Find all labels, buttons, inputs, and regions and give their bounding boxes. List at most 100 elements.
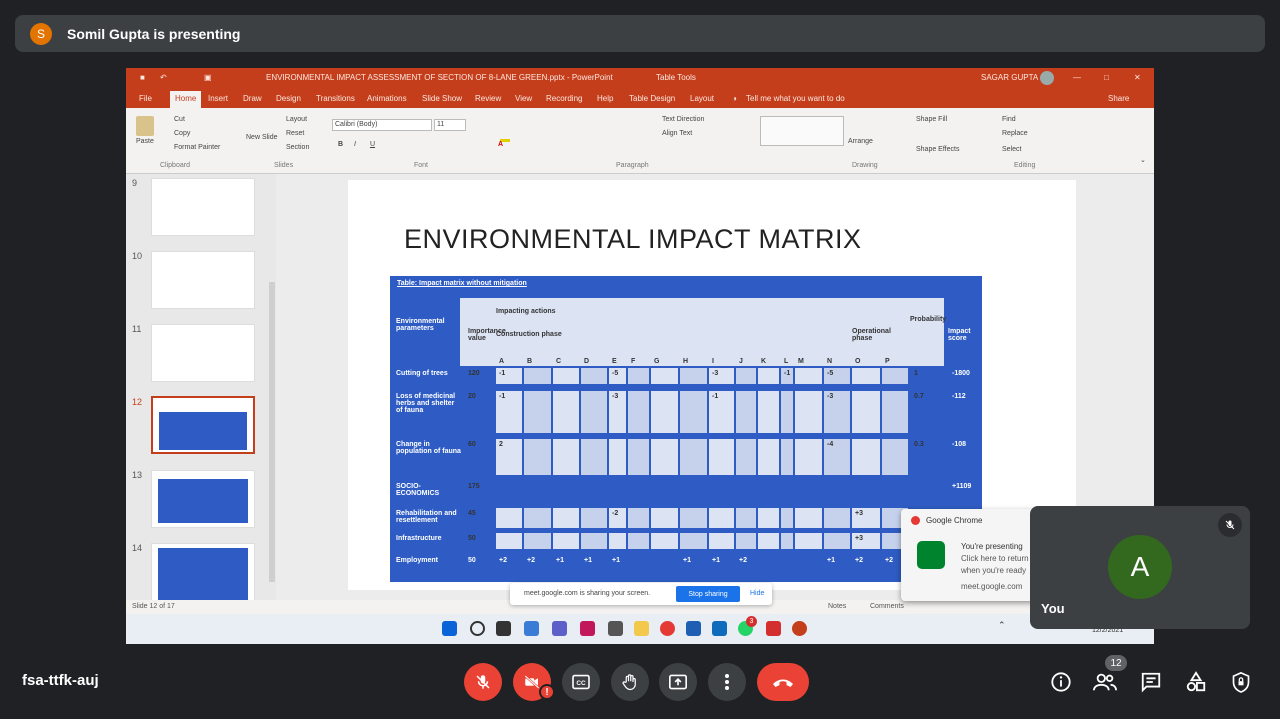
raise-hand-button[interactable] xyxy=(611,663,649,701)
undo-icon[interactable]: ↶ xyxy=(160,73,167,82)
tab-design[interactable]: Design xyxy=(276,94,301,103)
select-button[interactable]: Select xyxy=(1002,146,1021,153)
column-letter: F xyxy=(631,358,636,365)
self-video-tile[interactable]: A You xyxy=(1030,506,1250,629)
more-vert-icon xyxy=(725,674,729,690)
leave-call-button[interactable] xyxy=(757,663,809,701)
tab-recording[interactable]: Recording xyxy=(546,94,582,103)
tab-view[interactable]: View xyxy=(515,94,532,103)
comments-button[interactable]: Comments xyxy=(870,603,904,610)
hide-button[interactable]: Hide xyxy=(750,590,764,597)
align-text-button[interactable]: Align Text xyxy=(662,130,692,137)
shape-fill-button[interactable]: Shape Fill xyxy=(916,116,947,123)
tab-review[interactable]: Review xyxy=(475,94,501,103)
tile-mic-off-icon xyxy=(1218,513,1242,537)
arrange-button[interactable]: Arrange xyxy=(848,138,873,145)
row-label: Cutting of trees xyxy=(396,370,448,377)
search-icon[interactable] xyxy=(470,621,485,636)
tab-help[interactable]: Help xyxy=(597,94,613,103)
word-icon[interactable] xyxy=(686,621,701,636)
section-button[interactable]: Section xyxy=(286,144,309,151)
paste-button[interactable]: Paste xyxy=(136,138,154,145)
close-icon[interactable]: ✕ xyxy=(1134,73,1141,82)
cut-button[interactable]: Cut xyxy=(174,116,185,123)
cell-value: -3 xyxy=(827,393,834,400)
widgets-icon[interactable] xyxy=(524,621,539,636)
microphone-button[interactable] xyxy=(464,663,502,701)
tab-transitions[interactable]: Transitions xyxy=(316,94,355,103)
slide-thumb-12[interactable] xyxy=(151,396,255,454)
share-button[interactable]: Share xyxy=(1108,94,1129,103)
powerpoint-icon[interactable] xyxy=(792,621,807,636)
copy-button[interactable]: Copy xyxy=(174,130,190,137)
cell-value: -1 xyxy=(712,393,719,400)
new-slide-button[interactable]: New Slide xyxy=(246,134,284,141)
tab-table-design[interactable]: Table Design xyxy=(629,94,675,103)
present-button[interactable] xyxy=(659,663,697,701)
slide-thumb-9[interactable] xyxy=(151,178,255,236)
task-view-icon[interactable] xyxy=(496,621,511,636)
more-options-button[interactable] xyxy=(708,663,746,701)
slideshow-icon[interactable]: ▣ xyxy=(204,73,212,82)
tab-layout[interactable]: Layout xyxy=(690,94,714,103)
shapes-gallery[interactable] xyxy=(760,116,844,146)
thumbnail-scrollbar[interactable] xyxy=(269,282,275,582)
stop-sharing-button[interactable]: Stop sharing xyxy=(676,586,740,602)
replace-button[interactable]: Replace xyxy=(1002,130,1028,137)
user-name[interactable]: SAGAR GUPTA xyxy=(981,73,1038,82)
meeting-details-button[interactable] xyxy=(1048,669,1074,695)
cell-value: +1 xyxy=(827,557,835,564)
acrobat-icon[interactable] xyxy=(766,621,781,636)
slide-thumb-10[interactable] xyxy=(151,251,255,309)
text-direction-button[interactable]: Text Direction xyxy=(662,116,704,123)
chat-button[interactable] xyxy=(1138,669,1164,695)
tray-chevron-icon[interactable]: ⌃ xyxy=(998,620,1006,631)
tab-home[interactable]: Home xyxy=(170,91,202,108)
paste-icon[interactable] xyxy=(136,116,154,136)
slide-thumb-13[interactable] xyxy=(151,470,255,528)
calculator-icon[interactable] xyxy=(608,621,623,636)
slide-title[interactable]: ENVIRONMENTAL IMPACT MATRIX xyxy=(404,224,862,255)
tab-insert[interactable]: Insert xyxy=(208,94,228,103)
font-size-field[interactable]: 11 xyxy=(434,119,466,131)
reset-button[interactable]: Reset xyxy=(286,130,304,137)
font-color-button[interactable]: A xyxy=(498,141,503,148)
host-controls-button[interactable] xyxy=(1228,669,1254,695)
tab-slideshow[interactable]: Slide Show xyxy=(422,94,462,103)
outlook-icon[interactable] xyxy=(712,621,727,636)
teams-icon[interactable] xyxy=(552,621,567,636)
row-label: SOCIO-ECONOMICS xyxy=(396,483,440,497)
tab-draw[interactable]: Draw xyxy=(243,94,262,103)
shape-effects-button[interactable]: Shape Effects xyxy=(916,146,959,153)
windows-start-icon[interactable] xyxy=(442,621,457,636)
people-button[interactable] xyxy=(1092,669,1118,695)
slide-thumb-11[interactable] xyxy=(151,324,255,382)
user-avatar[interactable] xyxy=(1040,71,1054,85)
notes-button[interactable]: Notes xyxy=(828,603,846,610)
collapse-ribbon-icon[interactable]: ⌄ xyxy=(1140,156,1146,164)
captions-button[interactable]: CC xyxy=(562,663,600,701)
chrome-icon[interactable] xyxy=(660,621,675,636)
save-icon[interactable]: ■ xyxy=(140,73,145,82)
italic-button[interactable]: I xyxy=(354,141,356,148)
bold-button[interactable]: B xyxy=(338,141,343,148)
chrome-notification[interactable]: Google Chrome You're presenting Click he… xyxy=(901,509,1041,601)
impact-matrix-table[interactable]: Table: Impact matrix without mitigation … xyxy=(390,276,982,582)
tab-file[interactable]: File xyxy=(139,94,152,103)
minimize-icon[interactable]: — xyxy=(1073,73,1081,82)
find-button[interactable]: Find xyxy=(1002,116,1016,123)
underline-button[interactable]: U xyxy=(370,141,375,148)
file-explorer-icon[interactable] xyxy=(634,621,649,636)
snip-tool-icon[interactable] xyxy=(580,621,595,636)
tab-animations[interactable]: Animations xyxy=(367,94,407,103)
maximize-icon[interactable]: □ xyxy=(1104,73,1109,82)
importance-value: 120 xyxy=(468,370,480,377)
tell-me-search[interactable]: Tell me what you want to do xyxy=(746,94,845,103)
activities-button[interactable] xyxy=(1183,669,1209,695)
font-name-field[interactable]: Calibri (Body) xyxy=(332,119,432,131)
slide-thumb-14[interactable] xyxy=(151,543,255,601)
column-letter: A xyxy=(499,358,505,365)
format-painter-button[interactable]: Format Painter xyxy=(174,144,220,151)
layout-button[interactable]: Layout xyxy=(286,116,307,123)
mic-off-icon xyxy=(476,675,490,689)
